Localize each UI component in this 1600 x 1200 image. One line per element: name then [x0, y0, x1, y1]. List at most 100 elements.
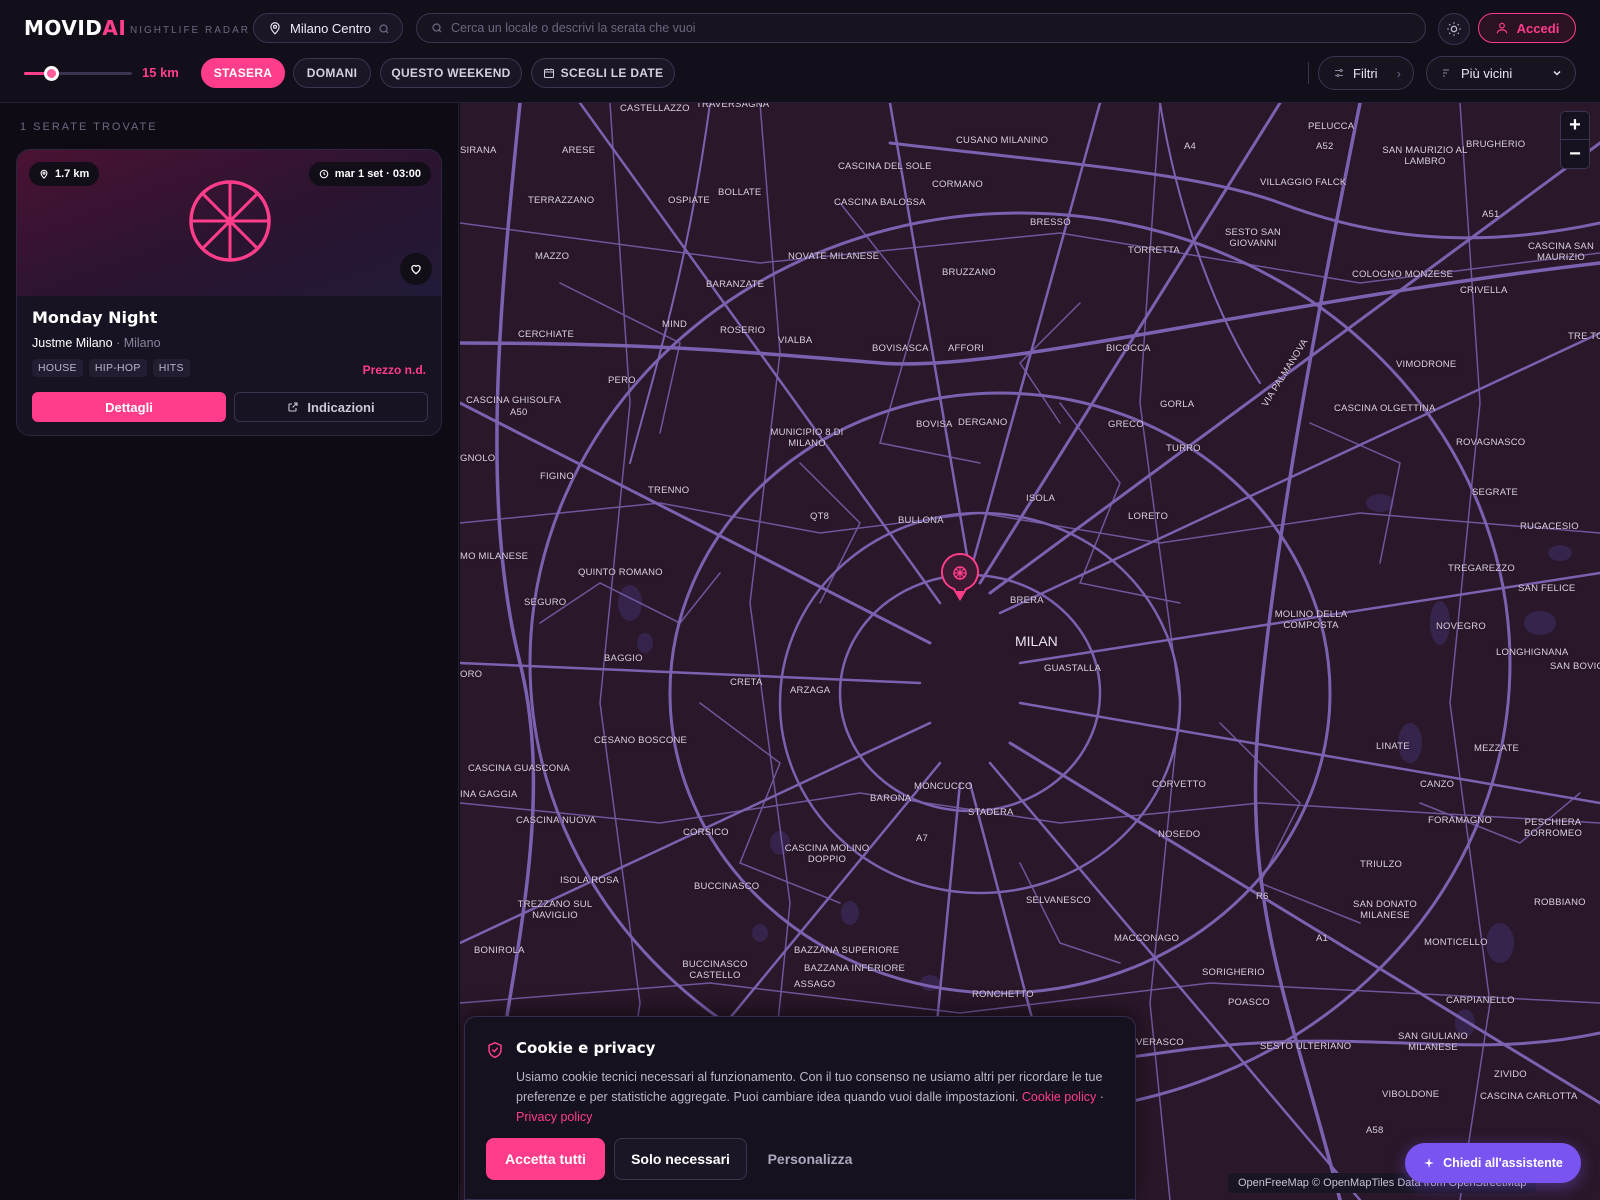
genre-tags: HOUSE HIP-HOP HITS	[32, 359, 190, 377]
event-card-hero: 1.7 km mar 1 set · 03:00	[17, 150, 441, 296]
sun-icon	[1447, 22, 1461, 36]
place-label: SIRANA	[460, 145, 497, 156]
place-label: RONCHETTO	[972, 989, 1034, 1000]
privacy-policy-link[interactable]: Privacy policy	[516, 1110, 592, 1124]
top-header: MOVIDAI NIGHTLIFE RADAR Milano Centro Ac…	[0, 0, 1600, 103]
login-button[interactable]: Accedi	[1478, 13, 1576, 43]
place-label: ASSAGO	[794, 979, 836, 990]
date-pill-label: STASERA	[213, 66, 273, 80]
place-label: CANZO	[1420, 779, 1455, 790]
necessary-only-button[interactable]: Solo necessari	[614, 1138, 747, 1180]
place-label: BOVISA	[916, 419, 953, 430]
place-label: ROSERIO	[720, 325, 766, 336]
place-label: CASTELLAZZO	[620, 103, 690, 114]
disco-wheel-icon	[189, 180, 271, 262]
customize-button[interactable]: Personalizza	[759, 1138, 861, 1180]
place-label: A51	[1482, 209, 1500, 220]
place-label: PELUCCA	[1308, 121, 1355, 132]
place-label: MIND	[662, 319, 688, 330]
cookie-banner: Cookie e privacy Usiamo cookie tecnici n…	[464, 1016, 1136, 1200]
results-count: 1 SERATE TROVATE	[20, 121, 158, 133]
directions-button[interactable]: Indicazioni	[234, 392, 428, 422]
genre-tag: HIP-HOP	[88, 359, 147, 377]
details-button[interactable]: Dettagli	[32, 392, 226, 422]
filters-button[interactable]: Filtri ›	[1318, 56, 1414, 90]
date-pill-label: SCEGLI LE DATE	[560, 66, 664, 80]
toolbar-divider	[1308, 62, 1309, 84]
place-label: QUINTO ROMANO	[578, 567, 663, 578]
calendar-icon	[543, 68, 554, 78]
shield-check-icon	[488, 1041, 502, 1059]
map-pin-icon	[40, 169, 48, 179]
date-pill-tonight[interactable]: STASERA	[201, 58, 285, 88]
datetime-chip: mar 1 set · 03:00	[308, 162, 431, 186]
place-label: GRECO	[1108, 419, 1144, 430]
place-label: BARONA	[870, 793, 912, 804]
cookie-body: Usiamo cookie tecnici necessari al funzi…	[516, 1070, 1103, 1104]
assistant-button[interactable]: Chiedi all'assistente	[1405, 1143, 1581, 1183]
place-label: BARANZATE	[706, 279, 765, 290]
place-label: VILLAGGIO FALCK	[1260, 177, 1347, 188]
place-label: TORRETTA	[1128, 245, 1180, 256]
place-label: TURRO	[1166, 443, 1201, 454]
logo[interactable]: MOVIDAI	[24, 16, 126, 40]
sparkle-icon	[1424, 1158, 1435, 1168]
sort-icon	[1443, 69, 1449, 77]
radius-slider[interactable]	[24, 66, 132, 81]
location-selector[interactable]: Milano Centro	[253, 13, 403, 43]
place-label: ROBBIANO	[1534, 897, 1586, 908]
place-label: SAN MAURIZIO AL LAMBRO	[1382, 145, 1468, 167]
chevron-right-icon: ›	[1396, 65, 1401, 81]
place-label: SELVANESCO	[1026, 895, 1092, 906]
place-label: CASCINA CARLOTTA	[1480, 1091, 1578, 1102]
place-label: VIBOLDONE	[1382, 1089, 1440, 1100]
place-label: MACCONAGO	[1114, 933, 1180, 944]
place-label: SEGURO	[524, 597, 567, 608]
place-label: CRETA	[730, 677, 763, 688]
place-label: STADERA	[968, 807, 1014, 818]
directions-label: Indicazioni	[307, 399, 375, 415]
place-label: A50	[510, 407, 528, 418]
theme-toggle-button[interactable]	[1438, 13, 1470, 45]
place-label: COLOGNO MONZESE	[1352, 269, 1454, 280]
cookie-policy-link[interactable]: Cookie policy	[1022, 1090, 1096, 1104]
venue-city: · Milano	[116, 336, 161, 350]
place-label: SESTO SAN GIOVANNI	[1224, 227, 1281, 249]
zoom-out-button[interactable]: −	[1561, 140, 1589, 168]
place-label: PERO	[608, 375, 636, 386]
place-label: SAN DONATO MILANESE	[1353, 899, 1417, 921]
place-label: TERRAZZANO	[528, 195, 595, 206]
radius-slider-knob[interactable]	[44, 66, 59, 81]
place-label: TREZZANO SUL NAVIGLIO	[517, 899, 593, 921]
place-label: BAZZANA SUPERIORE	[794, 945, 900, 956]
date-pill-label: DOMANI	[306, 66, 358, 80]
search-input[interactable]	[451, 21, 1401, 35]
place-label: CORVETTO	[1152, 779, 1207, 790]
date-pill-weekend[interactable]: QUESTO WEEKEND	[380, 58, 522, 88]
place-label: CORMANO	[932, 179, 984, 190]
login-label: Accedi	[1516, 20, 1560, 36]
sort-select[interactable]: Più vicini	[1426, 56, 1576, 90]
place-label: R6	[1256, 891, 1269, 902]
city-label: MILAN	[1015, 633, 1058, 649]
favorite-button[interactable]	[400, 253, 432, 285]
place-label: BOLLATE	[718, 187, 762, 198]
venue-name: Justme Milano	[32, 336, 113, 350]
event-map-marker[interactable]	[940, 553, 980, 601]
date-pill-tomorrow[interactable]: DOMANI	[293, 58, 371, 88]
date-pill-choose-dates[interactable]: SCEGLI LE DATE	[531, 58, 675, 88]
zoom-in-button[interactable]: +	[1561, 112, 1589, 140]
place-label: MONCUCCO	[914, 781, 973, 792]
cookie-title: Cookie e privacy	[516, 1039, 656, 1057]
search-icon	[379, 24, 389, 34]
place-label: CASCINA DEL SOLE	[838, 161, 932, 172]
place-label: ISOLA ROSA	[560, 875, 620, 886]
place-label: BICOCCA	[1106, 343, 1151, 354]
place-label: ROVAGNASCO	[1456, 437, 1526, 448]
place-label: LORETO	[1128, 511, 1169, 522]
event-card[interactable]: 1.7 km mar 1 set · 03:00 Monday Night Ju…	[16, 149, 442, 436]
event-title[interactable]: Monday Night	[32, 308, 157, 327]
accept-all-button[interactable]: Accetta tutti	[486, 1138, 605, 1180]
sliders-icon	[1335, 69, 1343, 77]
place-label: GUASTALLA	[1044, 663, 1102, 674]
